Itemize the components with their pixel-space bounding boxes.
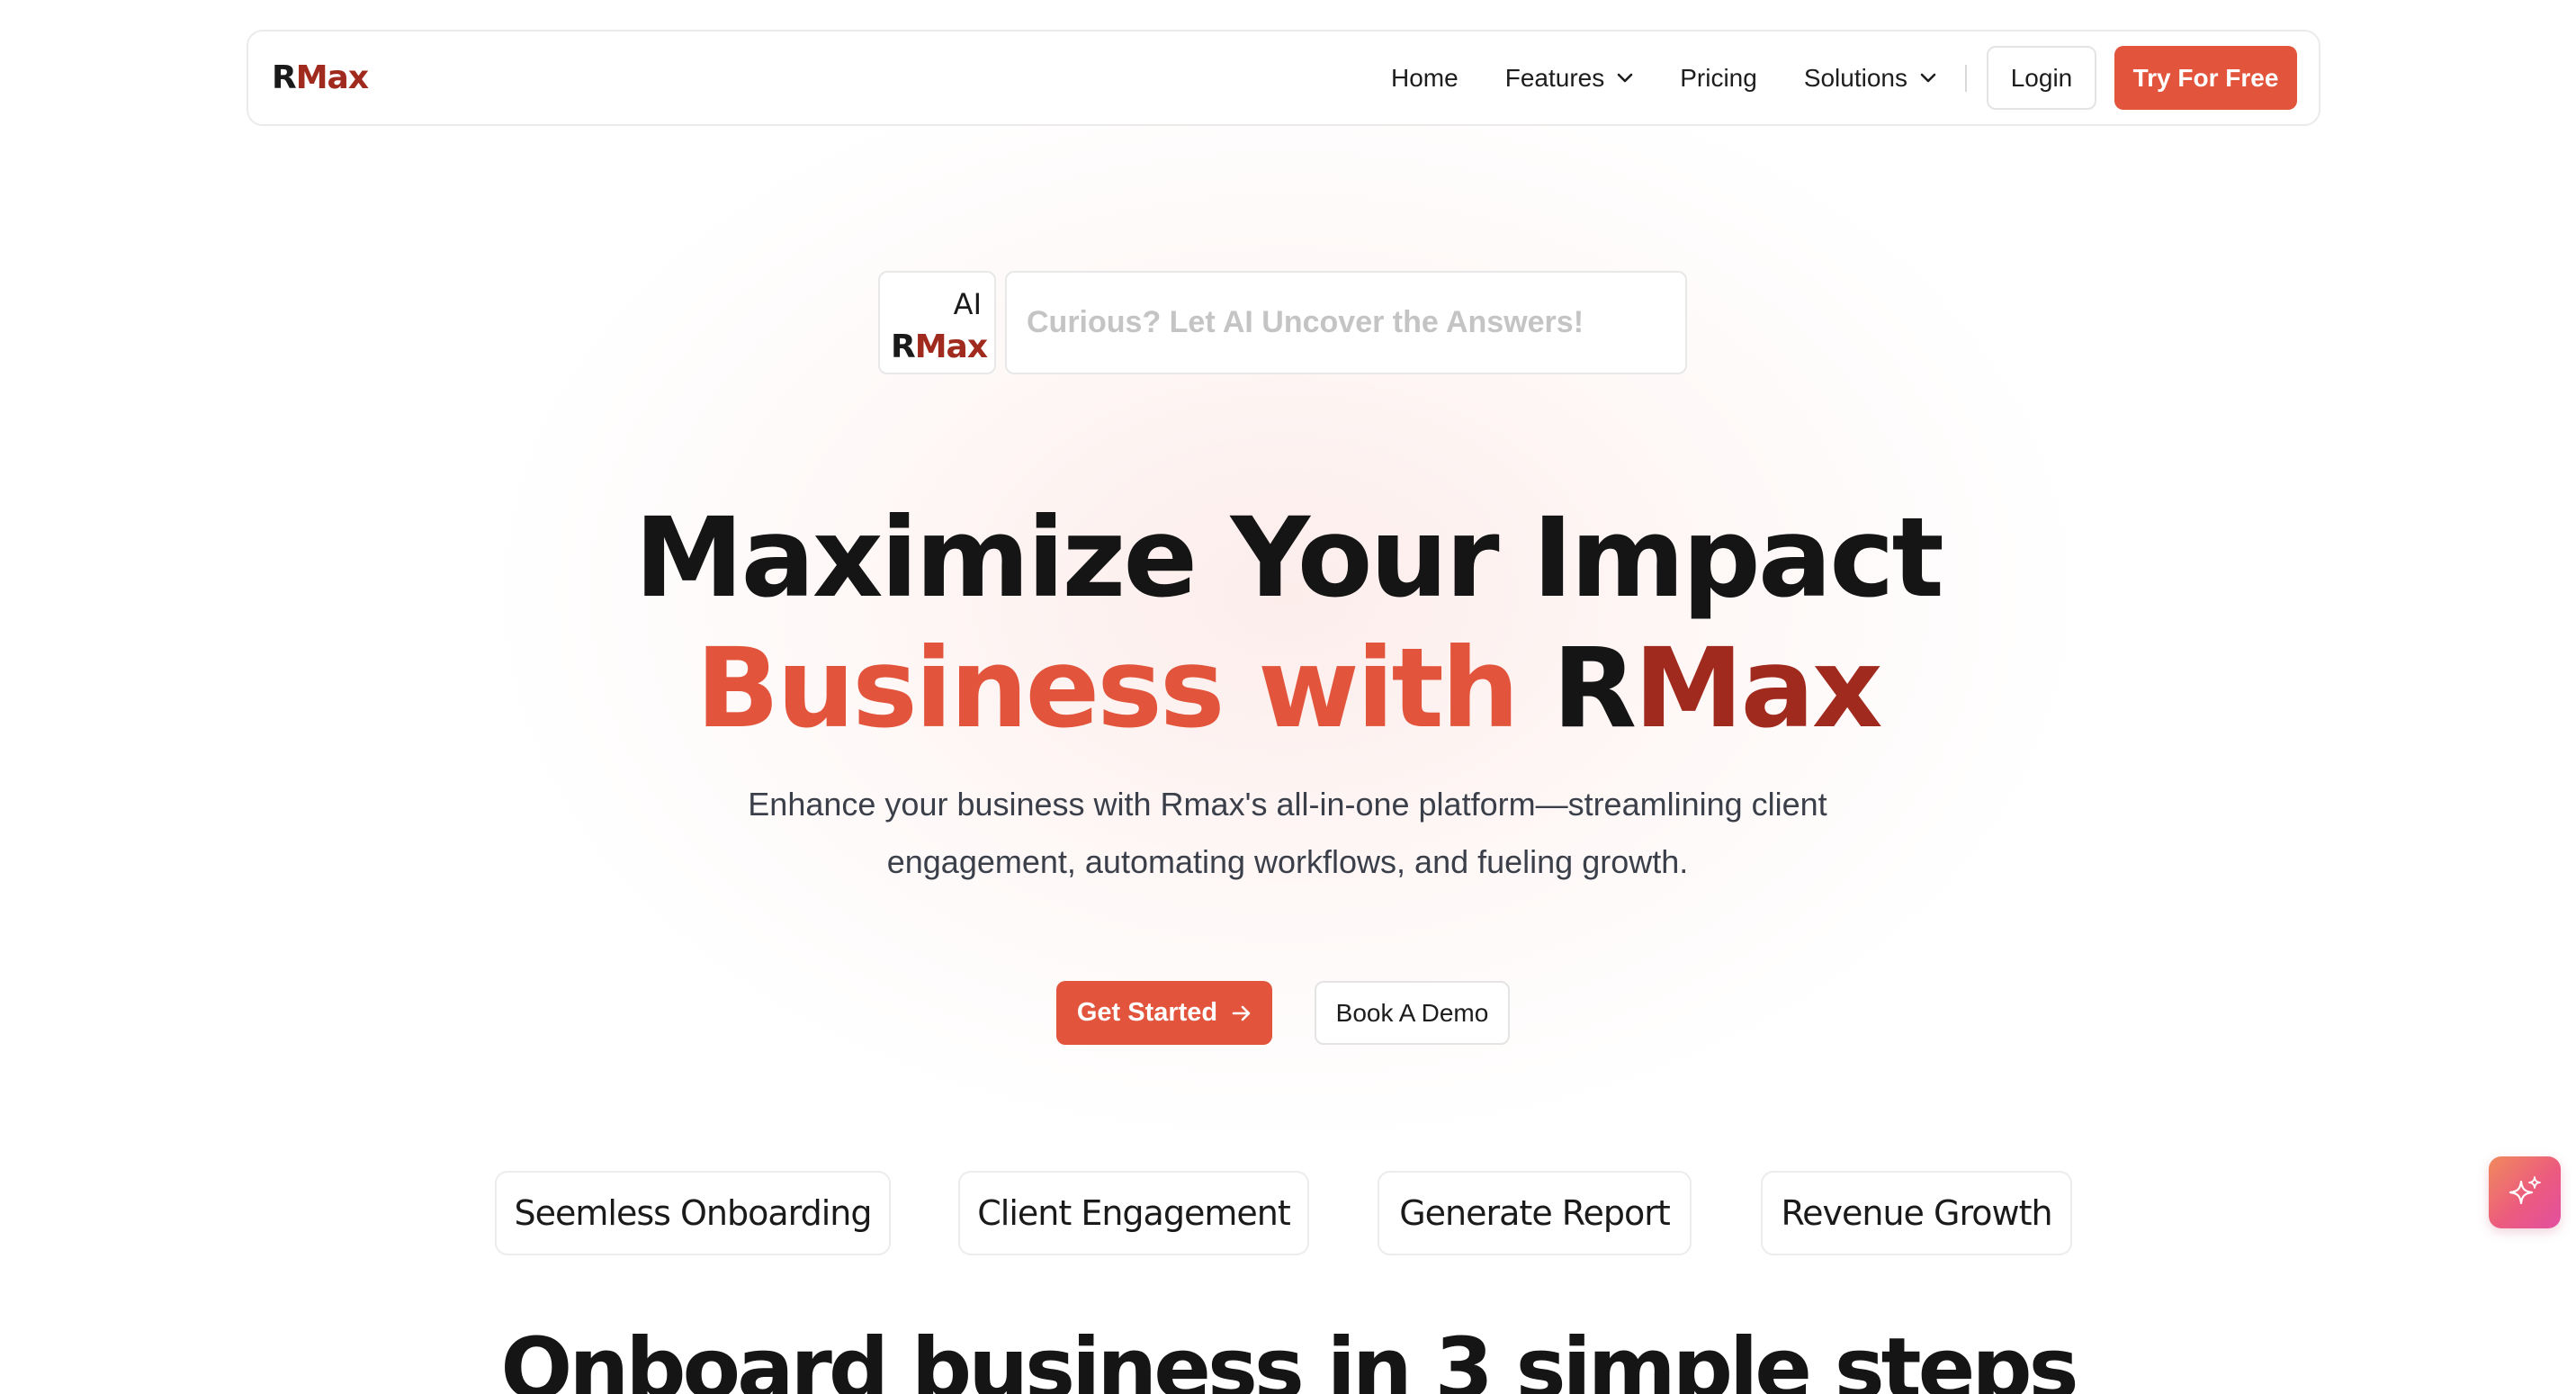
hero-subtitle-line1: Enhance your business with Rmax's all-in… — [748, 786, 1827, 823]
logo-r: R — [272, 59, 297, 96]
hero-title-brand-r: R — [1552, 625, 1637, 752]
nav-item-label: Home — [1391, 63, 1459, 92]
hero-title-brand: RMax — [1552, 625, 1882, 752]
sparkles-icon — [2509, 1176, 2541, 1205]
ai-rmax-badge: AI RMax — [878, 271, 996, 374]
ai-badge-brand-r: R — [891, 328, 916, 365]
nav-item-label: Features — [1504, 63, 1605, 92]
logo[interactable]: RMax — [272, 57, 369, 100]
top-navbar: RMax Home Features Pricing Solutions Log… — [247, 30, 2320, 126]
logo-max: Max — [295, 59, 369, 96]
nav-links: Home Features Pricing Solutions Login Tr… — [1391, 31, 2319, 124]
get-started-label: Get Started — [1076, 998, 1218, 1027]
ai-badge-label: AI — [953, 287, 982, 321]
hero-subtitle: Enhance your business with Rmax's all-in… — [703, 776, 1872, 891]
feature-chip-engagement[interactable]: Client Engagement — [958, 1171, 1309, 1255]
nav-item-solutions[interactable]: Solutions — [1804, 64, 1936, 93]
arrow-right-icon — [1232, 1005, 1251, 1021]
book-demo-button[interactable]: Book A Demo — [1315, 981, 1510, 1045]
chevron-down-icon — [1617, 73, 1633, 82]
ai-assistant-button[interactable] — [2489, 1156, 2561, 1228]
nav-divider — [1965, 64, 1967, 92]
nav-item-label: Pricing — [1680, 63, 1757, 92]
nav-item-home[interactable]: Home — [1391, 64, 1459, 93]
nav-item-pricing[interactable]: Pricing — [1680, 64, 1757, 93]
ai-badge-brand: RMax — [891, 328, 988, 365]
ai-search-input[interactable] — [1005, 271, 1687, 374]
hero-title-brand-max: Max — [1634, 625, 1882, 752]
try-for-free-button[interactable]: Try For Free — [2114, 46, 2297, 110]
hero-title-accent: Business with — [696, 625, 1519, 752]
chevron-down-icon — [1920, 73, 1936, 82]
hero-title-line1: Maximize Your Impact — [634, 494, 1944, 622]
hero-title-line2: Business with RMax — [0, 621, 2576, 756]
hero-subtitle-line2: engagement, automating workflows, and fu… — [886, 843, 1689, 880]
nav-item-features[interactable]: Features — [1505, 64, 1634, 93]
ai-badge-brand-max: Max — [914, 328, 988, 365]
nav-item-label: Solutions — [1803, 63, 1907, 92]
get-started-button[interactable]: Get Started — [1056, 981, 1272, 1045]
login-button[interactable]: Login — [1987, 46, 2096, 110]
page: RMax Home Features Pricing Solutions Log… — [0, 0, 2576, 1394]
feature-chip-onboarding[interactable]: Seemless Onboarding — [495, 1171, 891, 1255]
feature-chip-revenue[interactable]: Revenue Growth — [1761, 1171, 2072, 1255]
section-title: Onboard business in 3 simple steps — [500, 1320, 2078, 1394]
feature-chip-report[interactable]: Generate Report — [1378, 1171, 1692, 1255]
